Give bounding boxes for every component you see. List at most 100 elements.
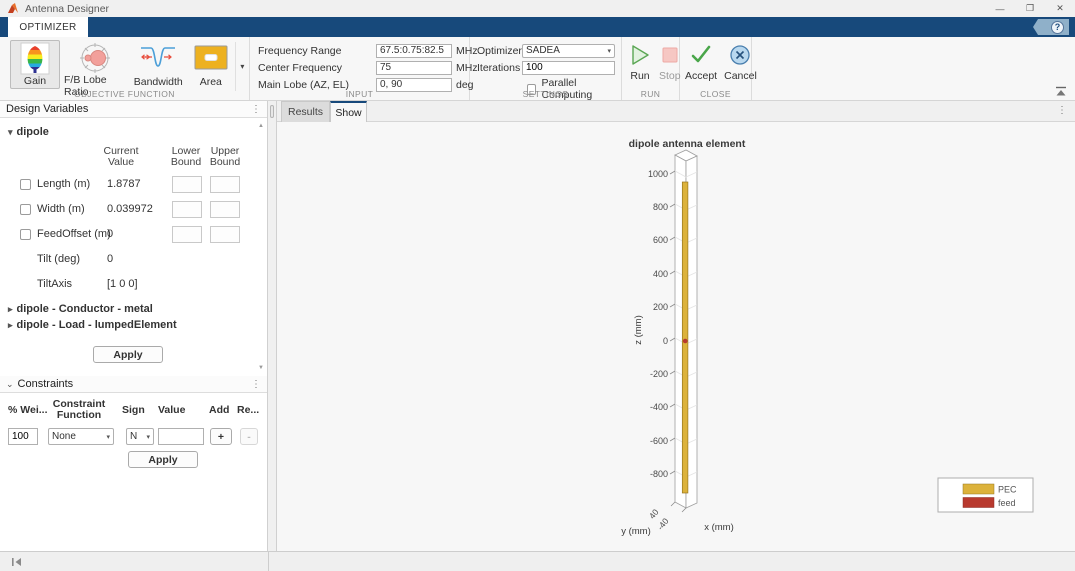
width-lower-bound-input[interactable] (172, 201, 202, 218)
feedoffset-checkbox[interactable] (20, 229, 31, 240)
constraint-function-value: None (52, 431, 76, 442)
constraint-value-input[interactable] (158, 428, 204, 445)
collapse-left-icon[interactable] (11, 557, 23, 567)
iterations-input[interactable] (522, 61, 615, 75)
row-tilt: Tilt (deg) 0 (0, 250, 268, 268)
accept-check-icon (689, 43, 713, 67)
fb-lobe-ratio-button[interactable]: F/B Lobe Ratio (60, 40, 130, 89)
caret-down-icon: ▾ (8, 127, 13, 138)
collapse-ribbon-icon[interactable] (1054, 86, 1068, 97)
tiltaxis-value: [1 0 0] (107, 278, 138, 290)
help-icon: ? (1051, 21, 1064, 34)
conductor-label: dipole - Conductor - metal (17, 303, 153, 315)
svg-text:800: 800 (653, 202, 668, 212)
tree-node-load[interactable]: ▸ dipole - Load - lumpedElement (8, 319, 177, 331)
tiltaxis-label: TiltAxis (37, 278, 72, 290)
constraint-function-dropdown[interactable]: None ▾ (48, 428, 114, 445)
gain-label: Gain (24, 75, 46, 87)
design-variables-title: Design Variables (6, 103, 88, 115)
center-frequency-label: Center Frequency (258, 62, 376, 74)
constraints-header[interactable]: ⌄ Constraints ⋮ (0, 376, 267, 393)
center-frequency-row: Center Frequency MHz (258, 60, 463, 75)
settings-section-label: SETTINGS (470, 89, 621, 99)
row-feedoffset: FeedOffset (m) 0 (0, 225, 268, 243)
objective-gallery-dropdown[interactable]: ▾ (235, 42, 249, 91)
bandwidth-button[interactable]: Bandwidth (130, 40, 187, 89)
add-constraint-button[interactable]: + (210, 428, 232, 445)
tilt-value: 0 (107, 253, 113, 265)
z-axis-label: z (mm) (633, 315, 644, 345)
col-sign: Sign (122, 405, 145, 416)
svg-text:400: 400 (653, 269, 668, 279)
cancel-circle-x-icon (729, 43, 751, 67)
feedoffset-lower-bound-input[interactable] (172, 226, 202, 243)
frequency-range-row: Frequency Range MHz (258, 43, 463, 58)
panel-splitter[interactable] (268, 101, 277, 551)
kebab-menu-icon[interactable]: ⋮ (251, 379, 261, 390)
feedoffset-value: 0 (107, 228, 113, 240)
optimizer-dropdown[interactable]: SADEA ▾ (522, 44, 615, 58)
close-icon[interactable]: ✕ (1045, 0, 1075, 17)
length-checkbox[interactable] (20, 179, 31, 190)
weight-input[interactable] (8, 428, 38, 445)
ribbon: Gain F/B Lobe Ratio (0, 37, 1075, 101)
matlab-logo-icon (7, 3, 19, 15)
z-axis-ticks: 1000 800 600 400 200 0 -200 -400 -600 -8… (648, 169, 668, 479)
kebab-menu-icon[interactable]: ⋮ (1057, 105, 1067, 116)
feedoffset-upper-bound-input[interactable] (210, 226, 240, 243)
tab-optimizer[interactable]: OPTIMIZER (8, 17, 88, 37)
scroll-down-icon[interactable]: ▼ (258, 365, 264, 371)
legend-label-feed: feed (998, 498, 1016, 508)
bandwidth-icon (138, 42, 178, 74)
design-variables-header: Design Variables ⋮ (0, 101, 267, 118)
section-input: Frequency Range MHz Center Frequency MHz… (250, 37, 470, 100)
tab-show[interactable]: Show (330, 101, 367, 122)
frequency-range-input[interactable] (376, 44, 452, 58)
constraints-apply-button[interactable]: Apply (128, 451, 198, 468)
antenna-plot[interactable]: dipole antenna element (277, 122, 1075, 551)
caret-right-icon: ▸ (8, 304, 13, 315)
help-button[interactable]: ? (1033, 19, 1069, 35)
frequency-range-label: Frequency Range (258, 45, 376, 57)
plot-legend: PEC feed (938, 478, 1033, 512)
minimize-icon[interactable]: — (985, 0, 1015, 17)
area-button[interactable]: Area (187, 40, 235, 89)
tab-results[interactable]: Results (281, 101, 330, 122)
row-width: Width (m) 0.039972 (0, 200, 268, 218)
sign-dropdown[interactable]: N ▾ (126, 428, 154, 445)
scroll-up-icon[interactable]: ▲ (258, 123, 264, 129)
center-frequency-input[interactable] (376, 61, 452, 75)
svg-text:1000: 1000 (648, 169, 668, 179)
restore-icon[interactable]: ❐ (1015, 0, 1045, 17)
col-weight: % Wei... (8, 405, 47, 416)
length-value: 1.8787 (107, 178, 141, 190)
run-icon (629, 43, 651, 67)
section-settings: Optimizer SADEA ▾ Iterations Parallel Co… (470, 37, 622, 100)
gain-icon (15, 43, 55, 75)
length-upper-bound-input[interactable] (210, 176, 240, 193)
stop-icon (661, 43, 679, 67)
width-upper-bound-input[interactable] (210, 201, 240, 218)
width-label: Width (m) (37, 203, 85, 215)
col-remove: Re... (237, 405, 259, 416)
area-icon (191, 42, 231, 74)
viewer-tab-bar: Results Show ⋮ (277, 101, 1075, 122)
col-add: Add (209, 405, 229, 416)
cancel-label: Cancel (724, 70, 757, 82)
chevron-down-icon: ▾ (240, 62, 244, 71)
y-axis-label: y (mm) (621, 526, 651, 537)
optimizer-row: Optimizer SADEA ▾ (477, 43, 615, 58)
stop-label: Stop (659, 70, 681, 82)
kebab-menu-icon[interactable]: ⋮ (251, 104, 261, 115)
tree-node-conductor[interactable]: ▸ dipole - Conductor - metal (8, 303, 153, 315)
area-label: Area (200, 76, 222, 88)
design-variables-apply-button[interactable]: Apply (93, 346, 163, 363)
tree-node-dipole[interactable]: ▾ dipole (8, 126, 49, 138)
col-value: Value (158, 405, 185, 416)
gain-button[interactable]: Gain (10, 40, 60, 89)
length-lower-bound-input[interactable] (172, 176, 202, 193)
col-function: Constraint Function (44, 399, 114, 421)
width-checkbox[interactable] (20, 204, 31, 215)
load-label: dipole - Load - lumpedElement (17, 319, 177, 331)
input-section-label: INPUT (250, 89, 469, 99)
